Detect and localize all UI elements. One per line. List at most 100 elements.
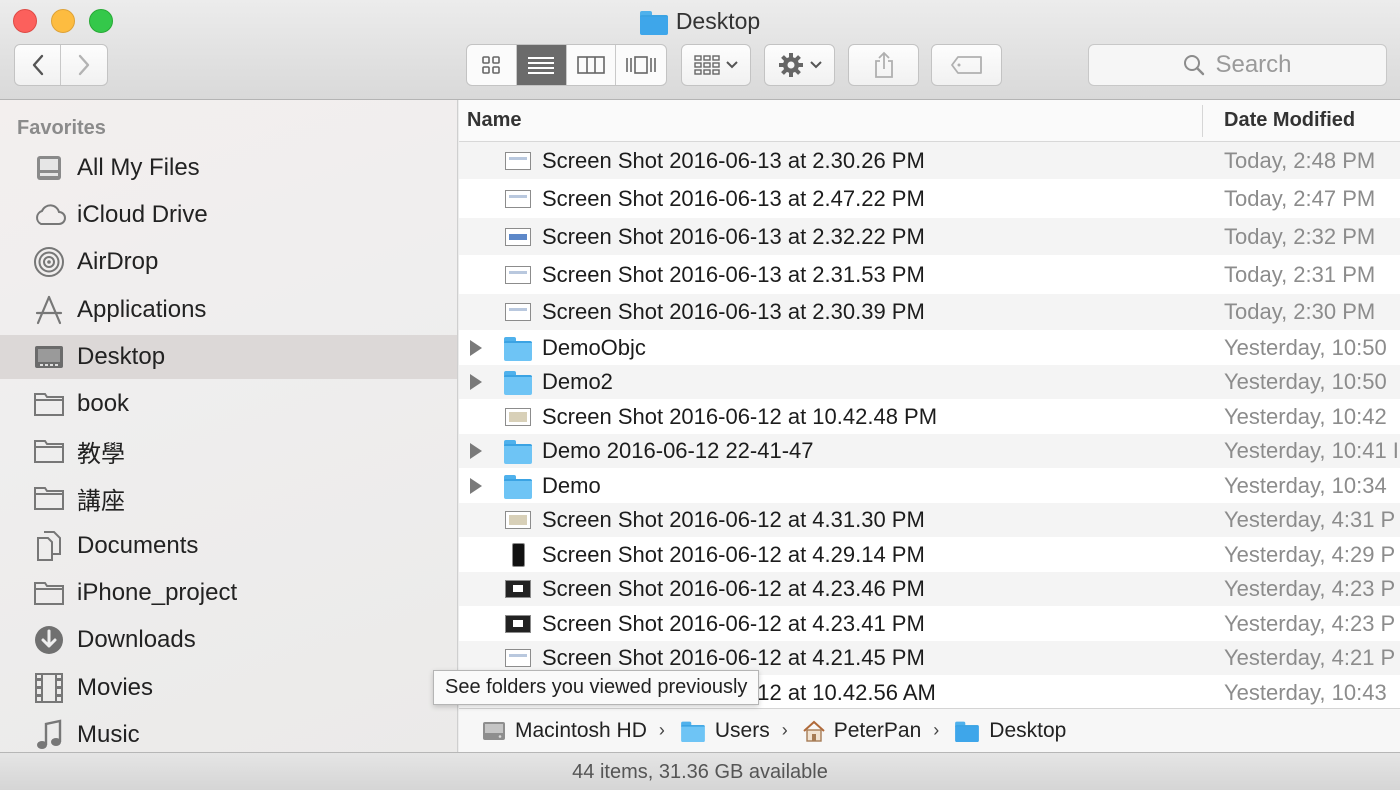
back-button[interactable] [15, 45, 62, 85]
file-row[interactable]: Screen Shot 2016-06-13 at 2.30.26 PM Toda… [459, 142, 1400, 179]
file-row[interactable]: Screen Shot 2016-06-12 at 10.42.48 PM Yes… [459, 400, 1400, 434]
sidebar-item-jiaoxue[interactable]: 教學 [0, 429, 457, 473]
status-bar: 44 items, 31.36 GB available [0, 752, 1400, 790]
cover-flow-view-button[interactable] [616, 45, 666, 85]
folder-icon [503, 370, 533, 395]
screenshot-file-icon [503, 612, 533, 636]
users-folder-icon [680, 721, 705, 742]
tooltip-text: See folders you viewed previously [445, 676, 748, 698]
file-name: Screen Shot 2016-06-13 at 2.47.22 PM [542, 185, 925, 211]
tags-button[interactable] [931, 44, 1002, 86]
disclosure-triangle-icon[interactable] [470, 374, 482, 390]
file-row[interactable]: Screen Shot 2016-06-13 at 2.32.22 PM Toda… [459, 218, 1400, 255]
date-modified: Today, 2:48 PM [1224, 147, 1376, 173]
navigation-buttons [14, 44, 108, 86]
hard-drive-icon [483, 721, 505, 740]
date-modified: Yesterday, 4:31 P [1224, 507, 1396, 532]
sidebar-item-label: AirDrop [77, 248, 159, 275]
sidebar-item-jiangzuo[interactable]: 講座 [0, 476, 457, 520]
file-name: Screen Shot 2016-06-13 at 2.32.22 PM [542, 223, 925, 249]
path-item-macintosh-hd[interactable]: Macintosh HD [481, 719, 647, 743]
path-item-label: Users [714, 718, 770, 742]
file-row[interactable]: Screen Shot 2016-06-12 at 4.23.46 PM Yest… [459, 572, 1400, 606]
sidebar-section-title: Favorites [17, 117, 106, 139]
movies-icon [32, 671, 66, 705]
disclosure-triangle-icon[interactable] [470, 478, 482, 494]
sidebar-item-label: Music [77, 721, 140, 748]
path-item-users[interactable]: Users [679, 719, 770, 743]
sidebar-item-label: 講座 [77, 487, 125, 515]
sidebar-item-documents[interactable]: Documents [0, 524, 457, 568]
share-icon [874, 51, 893, 78]
screenshot-file-icon [503, 225, 533, 249]
file-name: Screen Shot 2016-06-13 at 2.31.53 PM [542, 261, 925, 287]
sidebar-item-label: iPhone_project [77, 579, 238, 606]
file-name: Screen Shot 2016-06-12 at 4.21.45 PM [542, 645, 925, 670]
downloads-icon [32, 623, 66, 657]
arrange-button[interactable] [681, 44, 751, 86]
file-row[interactable]: Screen Shot 2016-06-13 at 2.31.53 PM Toda… [459, 256, 1400, 293]
sidebar-item-music[interactable]: Music [0, 713, 457, 752]
desktop-folder-icon [639, 10, 668, 35]
file-name: Screen Shot 2016-06-12 at 4.23.41 PM [542, 611, 925, 636]
file-row[interactable]: Screen Shot 2016-06-13 at 2.30.39 PM Toda… [459, 294, 1400, 330]
status-text: 44 items, 31.36 GB available [572, 761, 828, 783]
applications-icon [32, 293, 66, 327]
file-row[interactable]: Screen Shot 2016-06-12 at 4.23.41 PM Yest… [459, 607, 1400, 641]
name-column-header[interactable]: Name [467, 109, 521, 132]
action-button[interactable] [764, 44, 835, 86]
disclosure-triangle-icon[interactable] [470, 443, 482, 459]
file-row[interactable]: Screen Shot 2016-06-13 at 2.47.22 PM Toda… [459, 180, 1400, 217]
documents-icon [32, 529, 66, 563]
icon-view-button[interactable] [467, 45, 517, 85]
search-field[interactable]: Search [1088, 44, 1387, 86]
view-mode-control [466, 44, 667, 86]
path-item-peterpan[interactable]: PeterPan [802, 719, 921, 743]
file-name: Demo 2016-06-12 22-41-47 [542, 438, 814, 463]
tooltip: See folders you viewed previously [433, 670, 760, 705]
screenshot-file-icon [503, 149, 533, 173]
folder-row[interactable]: Demo Yesterday, 10:34 [459, 469, 1400, 503]
column-divider[interactable] [1202, 105, 1203, 137]
chevron-left-icon [32, 54, 43, 76]
date-modified: Today, 2:31 PM [1224, 261, 1376, 287]
date-modified: Yesterday, 4:23 P [1224, 611, 1396, 636]
forward-button[interactable] [61, 45, 107, 85]
disclosure-triangle-icon[interactable] [470, 340, 482, 356]
file-name: Screen Shot 2016-06-12 at 4.29.14 PM [542, 542, 925, 567]
search-placeholder: Search [1215, 51, 1292, 78]
screenshot-file-icon [503, 543, 533, 567]
share-button[interactable] [848, 44, 919, 86]
list-view-button[interactable] [516, 45, 567, 85]
folder-row[interactable]: Demo2 Yesterday, 10:50 [459, 365, 1400, 399]
file-row[interactable]: Screen Shot 2016-06-12 at 4.29.14 PM Yest… [459, 538, 1400, 572]
date-modified: Yesterday, 10:50 [1224, 335, 1387, 360]
screenshot-file-icon [503, 263, 533, 287]
column-view-button[interactable] [567, 45, 617, 85]
sidebar-item-movies[interactable]: Movies [0, 666, 457, 710]
all-files-icon [32, 151, 66, 185]
sidebar-item-airdrop[interactable]: AirDrop [0, 240, 457, 284]
date-modified: Today, 2:30 PM [1224, 299, 1376, 324]
file-row[interactable]: Screen Shot 2016-06-12 at 4.31.30 PM Yest… [459, 503, 1400, 537]
music-icon [32, 718, 66, 752]
path-bar: Macintosh HD › Users › PeterPan › Deskto… [459, 708, 1400, 752]
sidebar-item-desktop[interactable]: Desktop [0, 335, 457, 379]
sidebar-item-book[interactable]: book [0, 382, 457, 426]
sidebar-item-all-my-files[interactable]: All My Files [0, 146, 457, 190]
date-modified: Yesterday, 4:23 P [1224, 576, 1396, 601]
file-name: Screen Shot 2016-06-13 at 2.30.39 PM [542, 299, 925, 324]
folder-row[interactable]: Demo 2016-06-12 22-41-47 Yesterday, 10:41… [459, 434, 1400, 468]
sidebar-item-applications[interactable]: Applications [0, 288, 457, 332]
date-modified: Today, 2:47 PM [1224, 185, 1376, 211]
folder-row[interactable]: DemoObjc Yesterday, 10:50 [459, 331, 1400, 365]
date-modified-column-header[interactable]: Date Modified [1224, 109, 1355, 132]
sidebar-item-downloads[interactable]: Downloads [0, 618, 457, 662]
path-item-desktop[interactable]: Desktop [953, 719, 1066, 743]
window-title-text: Desktop [675, 8, 761, 34]
sidebar-item-icloud-drive[interactable]: iCloud Drive [0, 193, 457, 237]
sidebar-item-label: Documents [77, 532, 199, 559]
sidebar-item-iphone-project[interactable]: iPhone_project [0, 571, 457, 615]
search-icon [1184, 55, 1205, 76]
sidebar-item-label: Applications [77, 296, 207, 323]
